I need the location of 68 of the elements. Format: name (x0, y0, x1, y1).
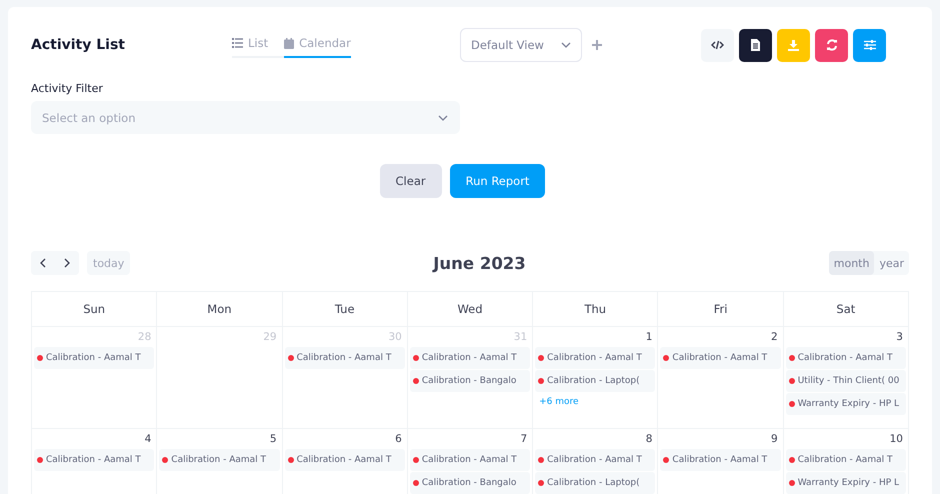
day-number: 30 (387, 330, 403, 345)
calendar-event[interactable]: Calibration - Aamal T (786, 449, 906, 471)
calendar-icon (284, 38, 294, 48)
calendar-event[interactable]: Warranty Expiry - HP L (786, 472, 906, 494)
day-number: 6 (394, 432, 403, 447)
day-number: 29 (262, 330, 278, 345)
filter-label: Activity Filter (31, 82, 104, 95)
weekday-header: Sat (784, 292, 909, 327)
day-number: 5 (268, 432, 278, 447)
view-toggle[interactable]: year (874, 251, 909, 275)
day-number: 8 (644, 432, 654, 447)
calendar-event[interactable]: Utility - Thin Client( 00 (786, 370, 906, 392)
settings-button[interactable] (853, 28, 886, 62)
calendar-event[interactable]: Calibration - Aamal T (34, 449, 154, 471)
document-icon (751, 39, 760, 51)
day-number: 7 (519, 432, 528, 447)
calendar-event[interactable]: Warranty Expiry - HP L (786, 393, 906, 415)
document-button[interactable] (739, 28, 772, 62)
download-button[interactable] (777, 28, 810, 62)
refresh-icon (826, 39, 838, 51)
calendar-event[interactable]: Calibration - Aamal T (34, 347, 154, 369)
day-number: 2 (770, 330, 779, 345)
calendar-event[interactable]: Calibration - Aamal T (660, 449, 781, 471)
weekday-header: Thu (533, 292, 658, 327)
day-number: 28 (136, 330, 152, 345)
page-title: Activity List (31, 37, 126, 53)
chevron-down-icon (561, 42, 571, 48)
add-icon[interactable] (592, 40, 602, 50)
calendar-event[interactable]: Calibration - Laptop( (535, 472, 656, 494)
calendar-event[interactable]: Calibration - Aamal T (535, 347, 656, 369)
chevron-right-icon (64, 258, 70, 268)
weekday-header: Mon (157, 292, 283, 327)
weekday-header: Tue (282, 292, 408, 327)
calendar-event[interactable]: Calibration - Aamal T (284, 449, 405, 471)
view-select[interactable]: Default View (460, 28, 582, 62)
weekday-header: Sun (32, 292, 158, 327)
clear-button[interactable]: Clear (380, 164, 442, 198)
calendar-event[interactable]: Calibration - Aamal T (284, 347, 405, 369)
calendar-event[interactable]: Calibration - Aamal T (660, 347, 781, 369)
calendar-event[interactable]: Calibration - Laptop( (535, 370, 656, 392)
day-number: 31 (512, 330, 528, 345)
day-number: 3 (895, 330, 904, 345)
activity-filter-select[interactable]: Select an option (31, 101, 460, 134)
calendar-event[interactable]: Calibration - Aamal T (410, 449, 530, 471)
code-icon (711, 40, 724, 50)
calendar-event[interactable]: Calibration - Aamal T (159, 449, 280, 471)
calendar-event[interactable]: Calibration - Bangalo (410, 370, 530, 392)
view-toggle[interactable]: month (828, 251, 874, 275)
chevron-down-icon (438, 115, 448, 121)
sliders-icon (864, 40, 876, 50)
calendar-title: June 2023 (433, 254, 526, 272)
more-link[interactable]: +6 more (535, 393, 583, 411)
day-number: 9 (770, 432, 779, 447)
download-icon (788, 40, 799, 50)
weekday-header: Fri (658, 292, 784, 327)
calendar-event[interactable]: Calibration - Aamal T (535, 449, 656, 471)
calendar-event[interactable]: Calibration - Aamal T (410, 347, 530, 369)
day-number: 1 (644, 330, 654, 345)
calendar-event[interactable]: Calibration - Bangalo (410, 472, 530, 494)
weekday-header: Wed (408, 292, 534, 327)
day-number: 10 (888, 432, 904, 447)
day-number: 4 (144, 432, 152, 447)
run-report-button[interactable]: Run Report (450, 164, 546, 198)
list-icon (232, 38, 243, 48)
refresh-button[interactable] (815, 28, 848, 62)
chevron-left-icon (40, 258, 46, 268)
code-button[interactable] (701, 28, 734, 62)
calendar-event[interactable]: Calibration - Aamal T (786, 347, 906, 369)
